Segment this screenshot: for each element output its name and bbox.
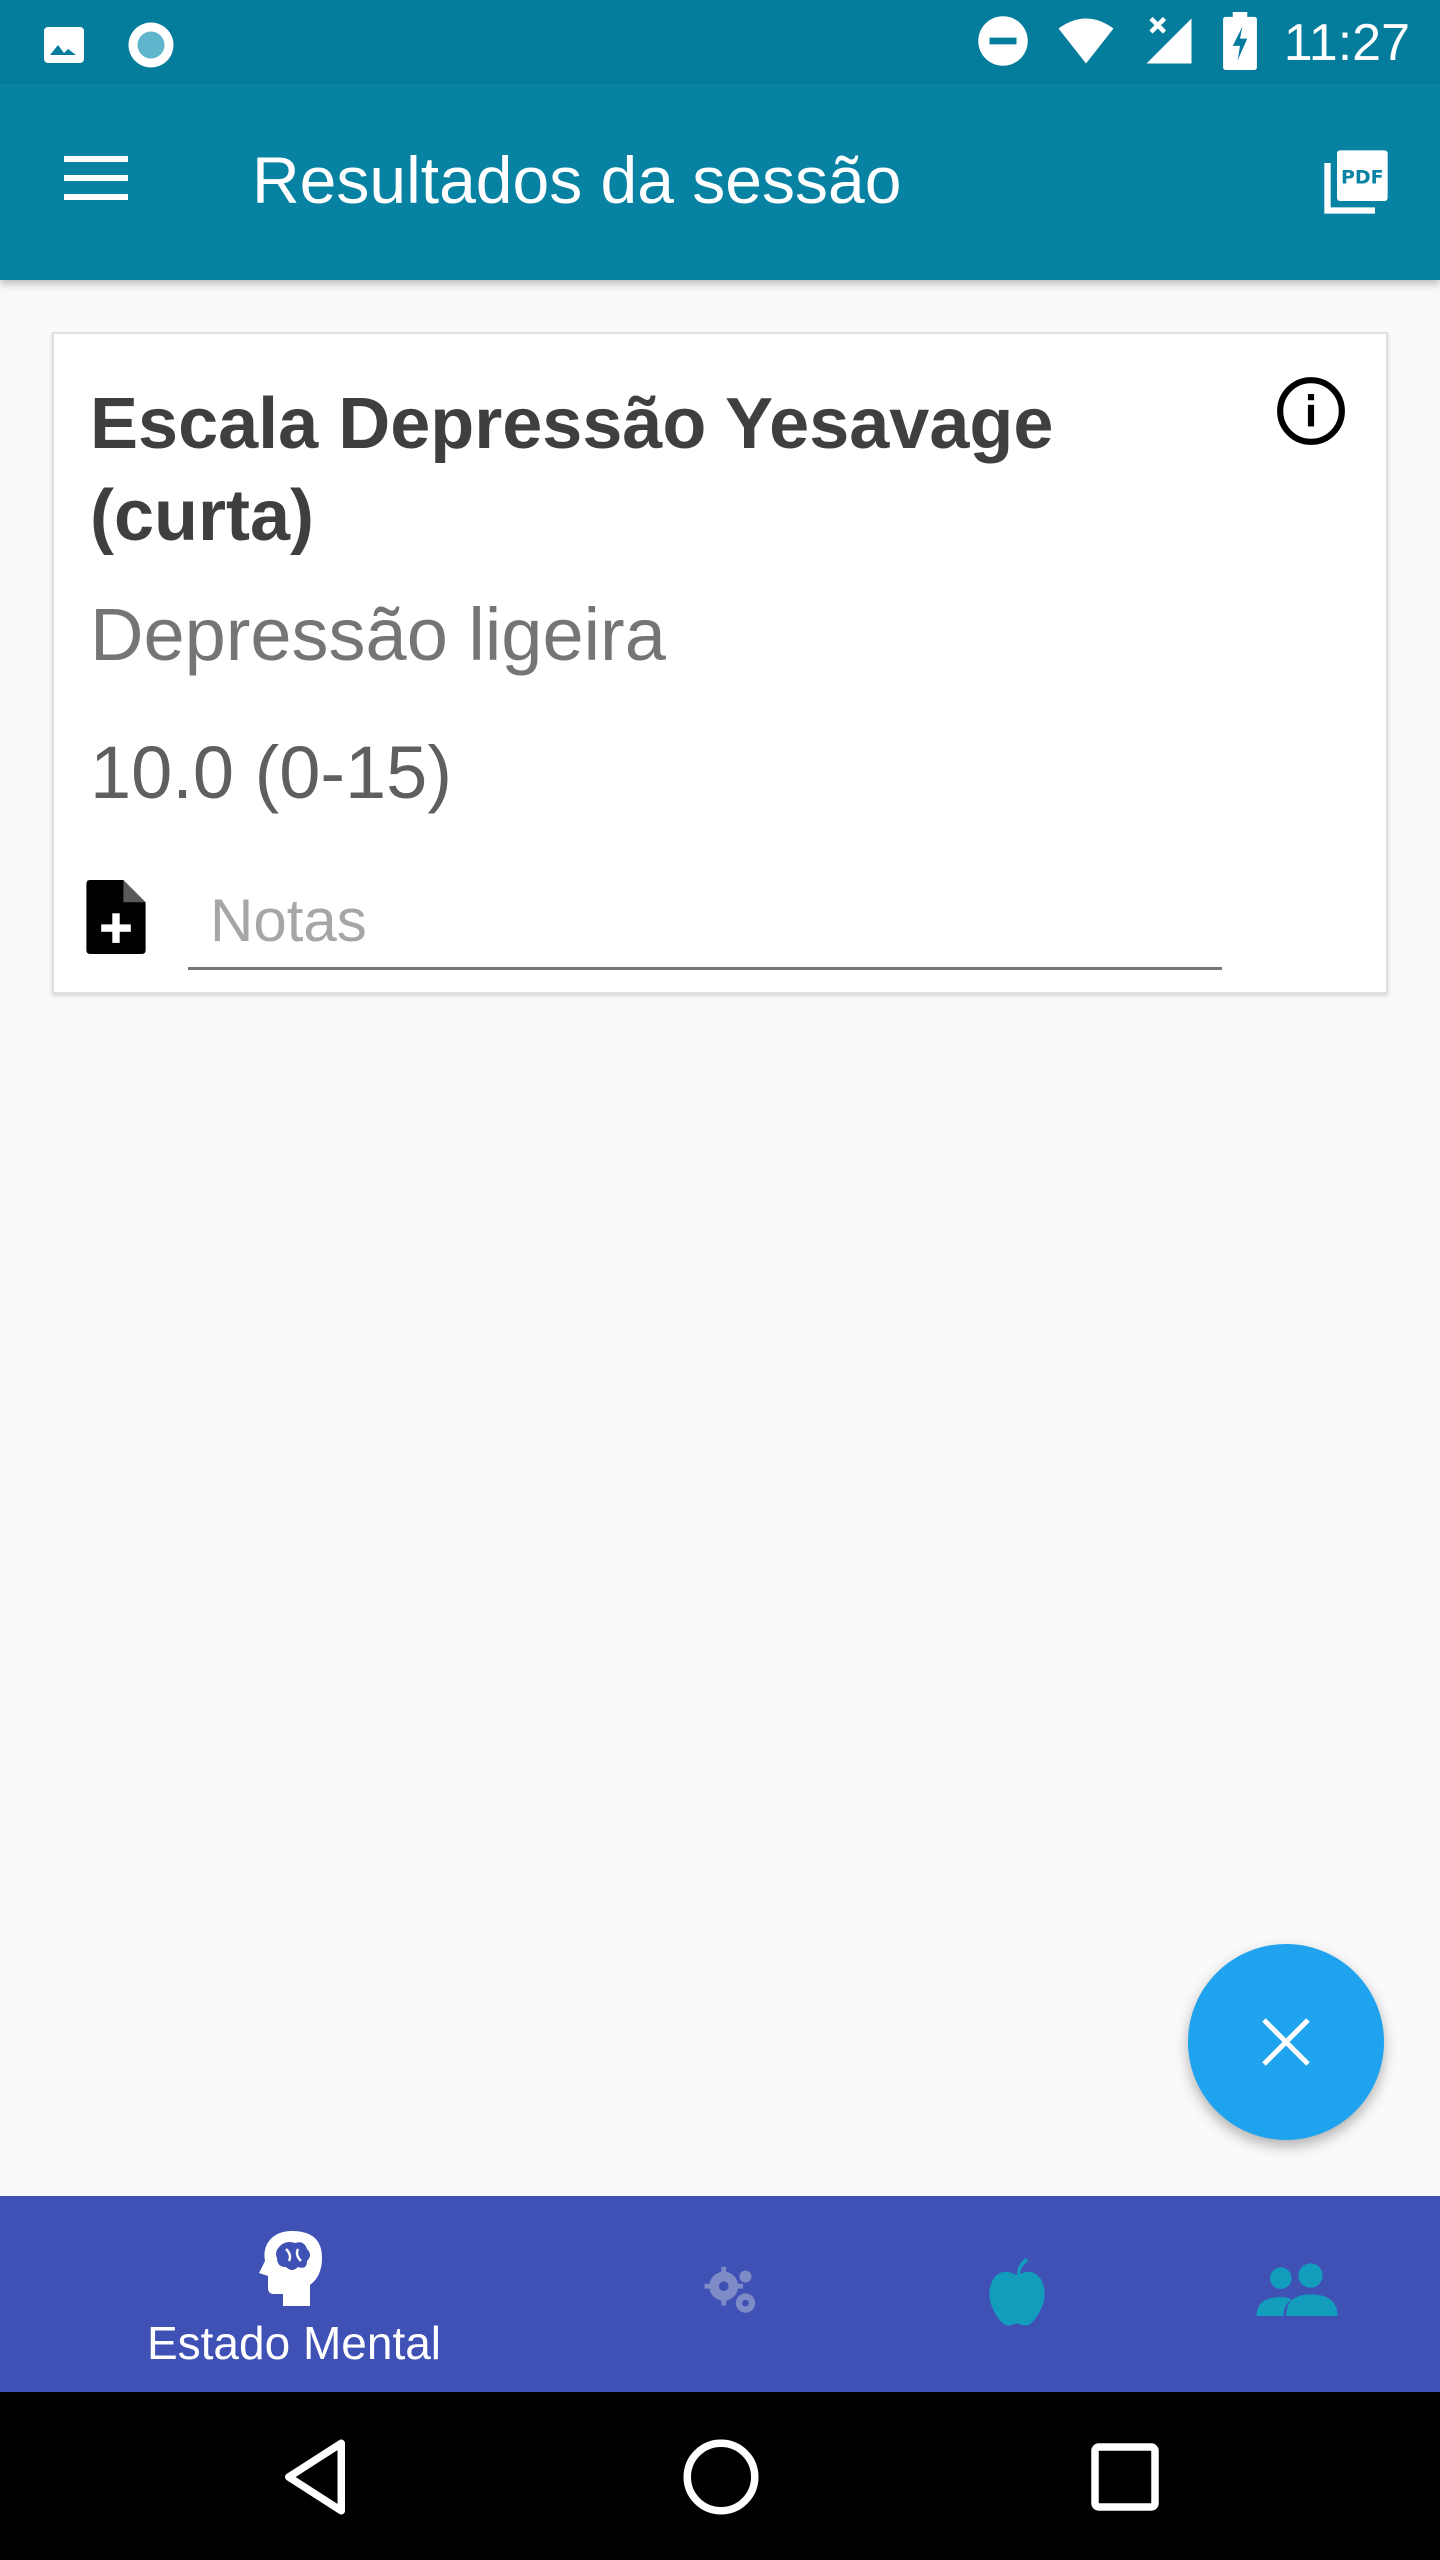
result-card: Escala Depressão Yesavage (curta) Depres… <box>52 332 1388 994</box>
status-time: 11:27 <box>1283 14 1410 72</box>
close-icon <box>1262 2018 1310 2066</box>
nav-label-estado-mental: Estado Mental <box>146 2317 442 2369</box>
battery-charging-icon <box>1222 12 1258 74</box>
wifi-icon <box>1056 14 1116 72</box>
nav-item-gears[interactable] <box>650 2196 810 2392</box>
home-icon[interactable] <box>676 2432 766 2522</box>
page-title: Resultados da sessão <box>252 143 902 217</box>
people-icon <box>1256 2262 1338 2320</box>
info-icon[interactable] <box>1274 374 1348 448</box>
pdf-icon-label: PDF <box>1341 167 1384 189</box>
result-classification: Depressão ligeira <box>90 593 666 676</box>
bottom-navigation: Estado Mental <box>0 2196 1440 2392</box>
gears-icon <box>702 2264 760 2322</box>
status-bar: 11:27 <box>0 0 1440 84</box>
do-not-disturb-icon <box>976 14 1030 72</box>
signal-icon <box>1142 14 1196 72</box>
notes-input[interactable] <box>188 874 1222 970</box>
apple-icon <box>984 2258 1050 2332</box>
app-bar: Resultados da sessão PDF <box>0 84 1440 280</box>
close-fab-button[interactable] <box>1188 1944 1384 2140</box>
system-navigation-bar <box>0 2392 1440 2560</box>
nav-item-apple[interactable] <box>940 2196 1100 2392</box>
pdf-icon[interactable]: PDF <box>1318 144 1394 220</box>
menu-icon[interactable] <box>60 148 132 208</box>
image-icon <box>40 21 88 73</box>
record-icon <box>124 18 178 76</box>
nav-item-estado-mental[interactable]: Estado Mental <box>0 2196 588 2392</box>
scale-title: Escala Depressão Yesavage (curta) <box>90 384 1054 556</box>
result-score: 10.0 (0-15) <box>90 731 452 814</box>
brain-head-icon <box>256 2228 328 2310</box>
note-add-icon[interactable] <box>86 880 146 954</box>
recents-icon[interactable] <box>1080 2432 1170 2522</box>
back-icon[interactable] <box>270 2432 360 2522</box>
nav-item-people[interactable] <box>1220 2196 1380 2392</box>
